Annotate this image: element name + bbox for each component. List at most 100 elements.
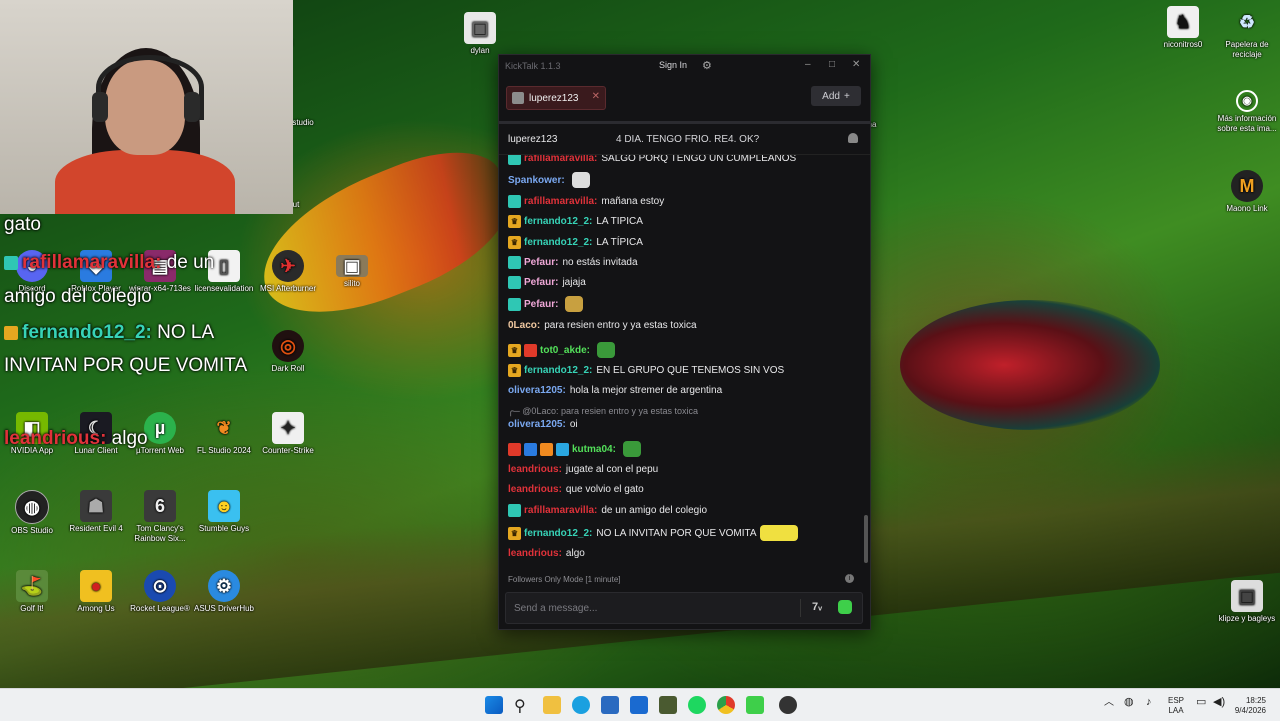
- chat-message: Pefaur: no estás invitada: [508, 256, 638, 269]
- chevron-up-icon[interactable]: ︿: [1104, 698, 1114, 708]
- desktop-icon-asus[interactable]: ⚙ ASUS DriverHub: [189, 570, 259, 614]
- chat-message: ♛ tot0_akde:: [508, 342, 616, 358]
- edge-icon[interactable]: [572, 696, 590, 714]
- overlay-chat-line: leandrious: algo: [4, 428, 148, 449]
- counter-strike-icon: ✦: [272, 412, 304, 444]
- file-explorer-icon[interactable]: [543, 696, 561, 714]
- kick-icon[interactable]: [746, 696, 764, 714]
- stumble-guys-icon: ☻: [208, 490, 240, 522]
- microphone-icon[interactable]: ♪: [1146, 697, 1152, 708]
- chat-message: olivera1205: oi: [508, 419, 578, 430]
- message-input[interactable]: [506, 593, 806, 623]
- close-icon[interactable]: ✕: [852, 59, 860, 70]
- channel-tabs: luperez123 ✕ Add +: [499, 77, 870, 124]
- desktop-icon-flstudio[interactable]: ❦ FL Studio 2024: [189, 412, 259, 456]
- kicktalk-window: KickTalk 1.1.3 Sign In ⚙ – □ ✕ luperez12…: [498, 54, 871, 630]
- badge-icon: [508, 195, 521, 208]
- desktop-icon-counterstrike[interactable]: ✦ Counter-Strike: [253, 412, 323, 456]
- resident-evil-icon: ☗: [80, 490, 112, 522]
- store-icon[interactable]: [601, 696, 619, 714]
- chat-message: kutma04:: [508, 441, 641, 457]
- emote-icon: [622, 441, 641, 457]
- chat-message: ♛ fernando12_2: LA TÍPICA: [508, 236, 643, 249]
- chat-messages: rafillamaravilla: SALGO PORQ TENGO UN CU…: [499, 155, 862, 565]
- reply-icon: ╭─: [508, 406, 523, 416]
- overlay-chat-line: INVITAN POR QUE VOMITA: [4, 355, 248, 376]
- emote-icon: [565, 296, 584, 312]
- chat-message: ♛ fernando12_2: LA TIPICA: [508, 215, 643, 228]
- camera-icon: ◉: [1236, 90, 1258, 112]
- gear-icon[interactable]: ⚙: [702, 59, 712, 72]
- desktop-icon-silito[interactable]: ▣ silito: [317, 255, 387, 289]
- desktop-icon-dylan[interactable]: ▣ dylan: [445, 12, 515, 56]
- chat-message: ♛ fernando12_2: NO LA INVITAN POR QUE VO…: [508, 525, 798, 541]
- badge-icon: [524, 442, 537, 456]
- chat-message: Pefaur: jajaja: [508, 276, 586, 289]
- badge-icon: [508, 256, 521, 269]
- clock[interactable]: 18:25 9/4/2026: [1230, 696, 1266, 716]
- network-icon[interactable]: ◍: [1124, 697, 1134, 708]
- windows-start-icon[interactable]: [485, 696, 503, 714]
- desktop-icon-rainbow[interactable]: 6 Tom Clancy's Rainbow Six...: [125, 490, 195, 544]
- close-icon[interactable]: ✕: [592, 91, 600, 102]
- desktop-icon-maono[interactable]: M Maono Link: [1212, 170, 1280, 214]
- badge-icon: [508, 504, 521, 517]
- chrome-icon[interactable]: [717, 696, 735, 714]
- info-icon[interactable]: i: [845, 574, 854, 583]
- desktop-icon-klipze[interactable]: ▣ klipze y bagleys: [1212, 580, 1280, 624]
- desktop-icon-amongus[interactable]: ● Among Us: [61, 570, 131, 614]
- reply-reference[interactable]: ╭─ @0Laco: para resien entro y ya estas …: [508, 406, 698, 417]
- avatar: [512, 92, 524, 104]
- crown-icon: ♛: [508, 343, 521, 357]
- emote-picker-icon[interactable]: 7ᵥ: [812, 601, 822, 613]
- badge-icon: [508, 442, 521, 456]
- display-icon[interactable]: ▭: [1196, 697, 1206, 708]
- desktop-icon-afterburner[interactable]: ✈ MSI Afterburner: [253, 250, 323, 294]
- image-icon: ▣: [1231, 580, 1263, 612]
- chat-message: rafillamaravilla: de un amigo del colegi…: [508, 504, 707, 517]
- chat-message: Pefaur:: [508, 296, 584, 312]
- overlay-chat-line: gato: [4, 214, 41, 235]
- chat-message: rafillamaravilla: mañana estoy: [508, 195, 664, 208]
- desktop-icon-info[interactable]: ◉ Más información sobre esta ima...: [1212, 90, 1280, 134]
- add-channel-button[interactable]: Add +: [811, 86, 861, 106]
- chat-scrollbar[interactable]: [864, 515, 868, 563]
- user-icon[interactable]: [848, 133, 858, 143]
- pinned-channel: luperez123: [508, 133, 558, 145]
- dark-roll-icon: ◎: [272, 330, 304, 362]
- tab-luperez123[interactable]: luperez123 ✕: [506, 86, 606, 110]
- among-us-icon: ●: [80, 570, 112, 602]
- kick-emote-icon[interactable]: [838, 600, 852, 614]
- maximize-icon[interactable]: □: [829, 59, 835, 70]
- maono-icon: M: [1231, 170, 1263, 202]
- title-bar: KickTalk 1.1.3 Sign In ⚙ – □ ✕: [499, 55, 870, 77]
- desktop-icon-recycle-bin[interactable]: ♻ Papelera de reciclaje: [1212, 6, 1280, 60]
- chat-message: leandrious: que volvio el gato: [508, 484, 644, 495]
- chat-message: 0Laco: para resien entro y ya estas toxi…: [508, 320, 697, 331]
- badge-icon: [4, 256, 18, 270]
- app-icon[interactable]: [779, 696, 797, 714]
- desktop-icon-re4[interactable]: ☗ Resident Evil 4: [61, 490, 131, 534]
- spotify-icon[interactable]: [688, 696, 706, 714]
- minecraft-icon[interactable]: [659, 696, 677, 714]
- image-icon: ▣: [464, 12, 496, 44]
- language-indicator[interactable]: ESP LAA: [1168, 696, 1184, 716]
- badge-icon: [556, 442, 569, 456]
- sign-in-button[interactable]: Sign In: [659, 60, 687, 70]
- desktop-icon-darkroll[interactable]: ◎ Dark Roll: [253, 330, 323, 374]
- desktop-icon-golf[interactable]: ⛳ Golf It!: [0, 570, 67, 614]
- volume-icon[interactable]: ◀): [1213, 697, 1225, 708]
- desktop-icon-rocket[interactable]: ⊙ Rocket League®: [125, 570, 195, 614]
- outlook-icon[interactable]: [630, 696, 648, 714]
- desktop-icon-niconitros[interactable]: ♞ niconitros0: [1148, 6, 1218, 50]
- crown-icon: ♛: [508, 364, 521, 377]
- badge-icon: [524, 343, 537, 357]
- emote-icon: [571, 172, 590, 188]
- pinned-text: 4 DIA. TENGO FRIO. RE4. OK?: [616, 133, 760, 145]
- minimize-icon[interactable]: –: [805, 59, 811, 70]
- search-icon[interactable]: ⚲: [514, 696, 532, 715]
- desktop-icon-stumble[interactable]: ☻ Stumble Guys: [189, 490, 259, 534]
- desktop-icon-obs[interactable]: ◍ OBS Studio: [0, 490, 67, 536]
- rainbow-six-icon: 6: [144, 490, 176, 522]
- asus-driverhub-icon: ⚙: [208, 570, 240, 602]
